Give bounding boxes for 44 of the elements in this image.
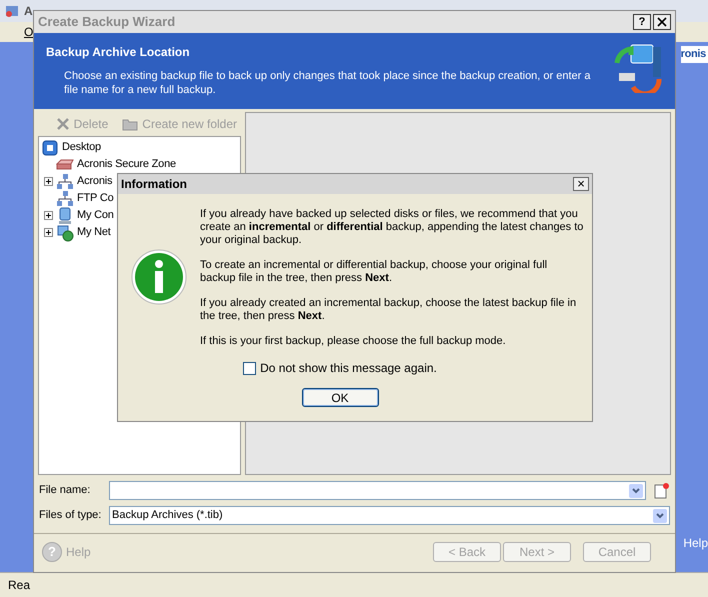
tree-item[interactable]: Acronis Secure Zone — [77, 156, 176, 173]
new-folder-icon — [122, 117, 138, 131]
header-title: Backup Archive Location — [46, 44, 191, 61]
expand-toggle[interactable] — [44, 211, 53, 220]
expand-toggle[interactable] — [44, 177, 53, 186]
network-icon — [56, 190, 74, 208]
help-title-button[interactable]: ? — [633, 14, 651, 30]
tree-item[interactable]: Desktop — [62, 139, 101, 156]
computer-sync-icon — [613, 43, 663, 93]
brand-text: ronis — [680, 46, 708, 62]
expand-toggle[interactable] — [44, 228, 53, 237]
file-name-field[interactable] — [109, 481, 646, 500]
delete-icon — [56, 117, 70, 131]
desktop-icon — [42, 140, 58, 156]
checkbox-label: Do not show this message again. — [260, 360, 437, 377]
close-icon[interactable] — [653, 14, 671, 30]
info-icon — [131, 248, 187, 304]
network-globe-icon — [56, 224, 74, 242]
app-icon — [4, 3, 20, 19]
message-paragraph: If this is your first backup, please choose the full backup mode. — [200, 335, 507, 348]
tree-item[interactable]: My Net — [77, 224, 111, 241]
checkbox[interactable] — [243, 362, 256, 374]
computer-icon — [57, 206, 73, 224]
network-icon — [56, 172, 74, 190]
file-type-dropdown[interactable]: Backup Archives (*.tib) — [109, 506, 670, 525]
new-file-icon[interactable] — [654, 482, 670, 499]
menu-item[interactable]: O — [24, 23, 34, 41]
dialog-title: Information — [121, 176, 187, 193]
window-title: Create Backup Wizard — [38, 13, 176, 32]
message-paragraph: If you already have backed up selected disks or files, we recommend that you create an incremental or differential backup, appending the latest changes to your original backup. — [200, 208, 584, 247]
close-button[interactable]: × — [573, 177, 589, 191]
ok-button[interactable]: OK — [302, 388, 378, 407]
help-glyph: ? — [42, 542, 62, 562]
window-title: A — [24, 3, 33, 20]
message-paragraph: To create an incremental or differential backup, choose your original full backup file in the tree, then press Next. — [200, 259, 548, 285]
status-text: Rea — [8, 577, 30, 594]
header-description: Choose an existing backup file to back up only changes that took place since the backup creation, or enter a file name for a new full backup. — [63, 69, 592, 97]
message-paragraph: If you already created an incremental backup, choose the latest backup file in the tree, then press Next. — [200, 297, 578, 323]
tree-item[interactable]: My Con — [77, 207, 114, 224]
field-label: Files of type: — [39, 508, 101, 524]
tree-item[interactable]: Acronis — [77, 173, 112, 190]
drive-icon — [56, 158, 74, 170]
field-label: File name: — [39, 483, 92, 498]
tree-item[interactable]: FTP Co — [77, 190, 114, 207]
